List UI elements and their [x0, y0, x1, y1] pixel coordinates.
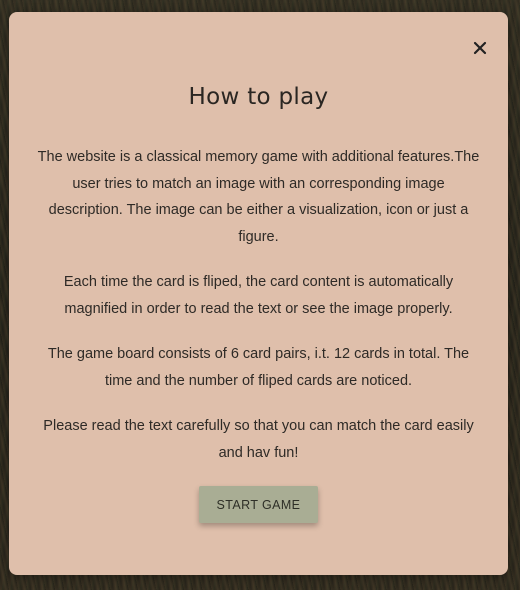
close-icon [473, 41, 487, 55]
instruction-paragraph: Each time the card is fliped, the card c… [63, 274, 454, 317]
instruction-paragraph: Please read the text carefully so that y… [43, 418, 474, 461]
how-to-play-modal: How to play The website is a classical m… [9, 12, 508, 575]
modal-title: How to play [188, 84, 329, 110]
start-game-button[interactable]: START GAME [199, 486, 318, 523]
close-button[interactable] [470, 38, 490, 58]
instructions-body: The website is a classical memory game w… [35, 144, 482, 485]
instruction-paragraph: The website is a classical memory game w… [37, 149, 480, 245]
instruction-paragraph: The game board consists of 6 card pairs,… [47, 346, 470, 389]
